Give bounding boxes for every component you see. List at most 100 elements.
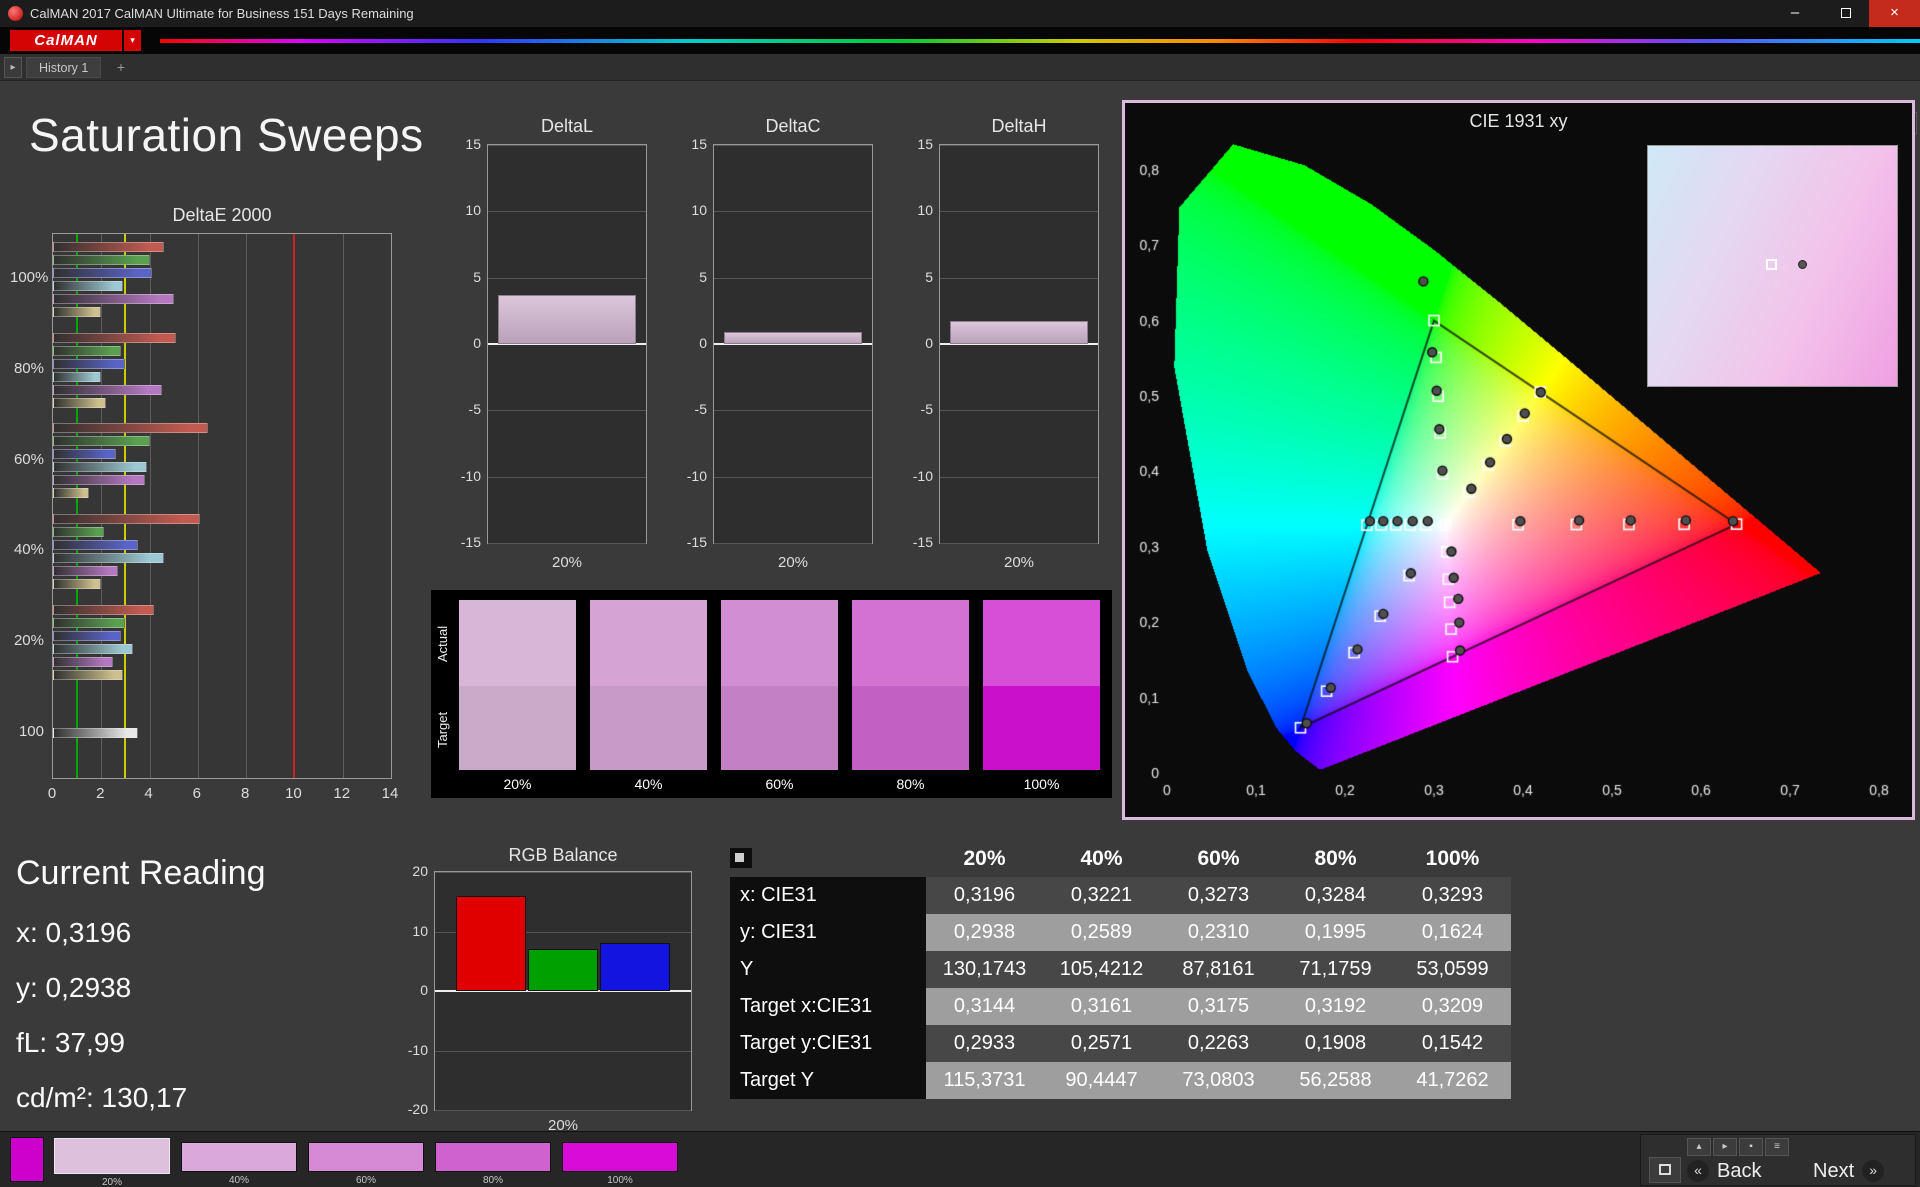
reading-line: fL: 37,99 xyxy=(16,1027,396,1059)
mini-gridline xyxy=(488,211,646,212)
saturation-swatch-item[interactable]: 40% xyxy=(181,1139,297,1187)
saturation-swatch-item[interactable]: 80% xyxy=(435,1139,551,1187)
table-cell: 0,2571 xyxy=(1043,1025,1160,1062)
swatch-label: 60% xyxy=(308,1175,424,1186)
deltae-bar xyxy=(53,398,106,408)
axis-tick-label: -15 xyxy=(451,534,481,550)
deltae-group-label: 80% xyxy=(10,360,44,377)
mini-gridline xyxy=(714,211,872,212)
deltae-tick-label: 12 xyxy=(333,785,350,802)
deltae-bar xyxy=(53,579,101,589)
mini-up-button[interactable]: ▴ xyxy=(1687,1138,1711,1156)
saturation-swatch-item[interactable]: 100% xyxy=(562,1139,678,1187)
back-label: Back xyxy=(1717,1160,1761,1183)
axis-tick-label: 10 xyxy=(398,923,428,939)
deltae-gridline xyxy=(246,234,247,778)
saturation-swatch-item[interactable]: 60% xyxy=(308,1139,424,1187)
deltac-x-label: 20% xyxy=(713,554,873,571)
deltae-y-axis: 100%80%60%40%20%100 xyxy=(12,233,46,779)
axis-tick-label: -10 xyxy=(903,468,933,484)
deltae-bar xyxy=(53,242,164,252)
inset-target-marker xyxy=(1766,259,1777,270)
mini-gridline xyxy=(940,543,1098,544)
deltae-reference-line xyxy=(124,234,126,778)
target-swatch xyxy=(721,686,838,770)
tab-history-1[interactable]: History 1 xyxy=(26,57,101,78)
rgb-bar-red xyxy=(456,896,526,991)
tab-bar: ▸ History 1 + X-Rite i1Pro 2 LCD Direct … xyxy=(0,54,1920,81)
axis-tick-label: 15 xyxy=(677,136,707,152)
table-cell: 56,2588 xyxy=(1277,1062,1394,1099)
saturation-swatch-item[interactable]: 20% xyxy=(54,1139,170,1187)
deltae-bar xyxy=(53,488,89,498)
mini-stop-button[interactable]: ▪ xyxy=(1739,1138,1763,1156)
deltae-bar xyxy=(53,268,152,278)
mini-gridline xyxy=(488,145,646,146)
results-table: 20%40%60%80%100%x: CIE310,31960,32210,32… xyxy=(730,840,1512,1099)
deltah-chart-title: DeltaH xyxy=(939,116,1099,137)
deltal-y-axis: 151050-5-10-15 xyxy=(451,116,483,594)
maximize-button[interactable] xyxy=(1823,0,1869,27)
add-tab-button[interactable]: + xyxy=(112,57,130,78)
table-cell: 0,3192 xyxy=(1277,988,1394,1025)
square-icon xyxy=(1659,1164,1671,1175)
table-cell: 0,1908 xyxy=(1277,1025,1394,1062)
deltae-bar xyxy=(53,436,150,446)
back-button[interactable]: « Back xyxy=(1687,1157,1769,1185)
deltae-gridline xyxy=(198,234,199,778)
mini-toolbar: ▴ ▸ ▪ ≡ xyxy=(1687,1138,1789,1156)
deltae-bar xyxy=(53,346,121,356)
next-label: Next xyxy=(1813,1160,1854,1183)
deltae-bar xyxy=(53,281,123,291)
history-panel-toggle[interactable]: ▸ xyxy=(4,57,22,78)
rgb-chart-title: RGB Balance xyxy=(434,845,692,866)
axis-tick-label: -5 xyxy=(677,401,707,417)
table-column-header: 20% xyxy=(926,840,1043,877)
current-reading-panel: Current Reading x: 0,3196y: 0,2938fL: 37… xyxy=(16,854,396,1137)
deltae-bar xyxy=(53,553,164,563)
table-column-header: 40% xyxy=(1043,840,1160,877)
deltac-y-axis: 151050-5-10-15 xyxy=(677,116,709,594)
logo-caret-icon[interactable]: ▾ xyxy=(124,30,141,51)
axis-tick-label: 5 xyxy=(677,269,707,285)
swatch-color xyxy=(308,1142,424,1172)
deltae-group-label: 60% xyxy=(10,451,44,468)
table-cell: 73,0803 xyxy=(1160,1062,1277,1099)
deltac-chart-title: DeltaC xyxy=(713,116,873,137)
deltae-reference-line xyxy=(293,234,295,778)
deltae-gridline xyxy=(150,234,151,778)
swatch-column-label: 20% xyxy=(459,776,576,792)
table-cell: 0,2263 xyxy=(1160,1025,1277,1062)
cie-chart-title: CIE 1931 xy xyxy=(1125,111,1912,132)
rgb-gridline xyxy=(435,872,691,873)
calman-logo[interactable]: CalMAN xyxy=(10,30,122,51)
table-cell: 41,7262 xyxy=(1394,1062,1511,1099)
swatch-columns: 20%40%60%80%100% xyxy=(459,600,1100,792)
next-button[interactable]: Next » xyxy=(1805,1157,1884,1185)
close-button[interactable]: × xyxy=(1869,0,1920,27)
menu-icon: ≡ xyxy=(1774,1141,1780,1152)
table-row-label: Y xyxy=(730,951,926,988)
target-swatch xyxy=(459,686,576,770)
deltae-tick-label: 2 xyxy=(96,785,104,802)
deltae-bar xyxy=(53,728,138,738)
table-cell: 0,2310 xyxy=(1160,914,1277,951)
deltae-tick-label: 14 xyxy=(382,785,399,802)
deltah-x-label: 20% xyxy=(939,554,1099,571)
stop-measure-button[interactable] xyxy=(1649,1157,1681,1183)
axis-tick-label: 10 xyxy=(451,202,481,218)
axis-tick-label: -5 xyxy=(451,401,481,417)
table-column-header: 80% xyxy=(1277,840,1394,877)
table-cell: 0,1995 xyxy=(1277,914,1394,951)
mini-play-button[interactable]: ▸ xyxy=(1713,1138,1737,1156)
table-cell: 0,3144 xyxy=(926,988,1043,1025)
deltal-chart-title: DeltaL xyxy=(487,116,647,137)
mini-menu-button[interactable]: ≡ xyxy=(1765,1138,1789,1156)
axis-tick-label: 15 xyxy=(451,136,481,152)
deltae-bar xyxy=(53,307,101,317)
minimize-button[interactable]: – xyxy=(1772,0,1818,27)
axis-tick-label: 10 xyxy=(677,202,707,218)
up-icon: ▴ xyxy=(1696,1141,1701,1152)
deltae-tick-label: 6 xyxy=(193,785,201,802)
deltae-bar xyxy=(53,449,116,459)
